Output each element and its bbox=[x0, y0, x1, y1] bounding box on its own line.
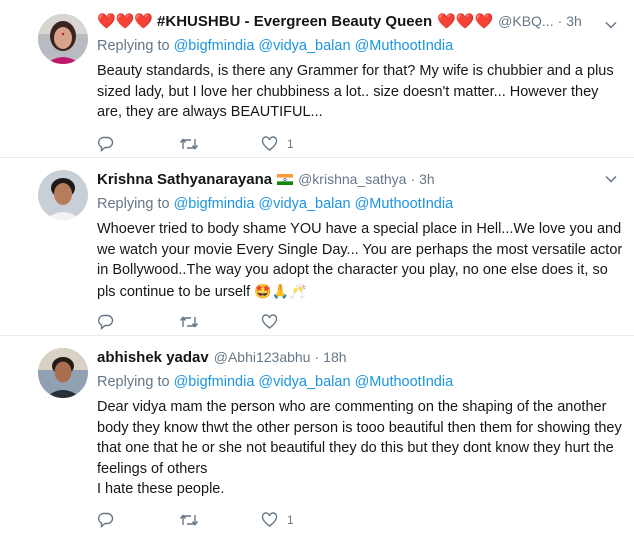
india-flag-icon bbox=[277, 173, 294, 185]
retweet-button[interactable] bbox=[179, 512, 261, 528]
like-icon bbox=[261, 512, 278, 527]
mention-bigfmindia[interactable]: @bigfmindia bbox=[174, 374, 255, 390]
tweet-actions: 1 bbox=[97, 134, 294, 154]
heart-emoji: ❤️❤️❤️ bbox=[437, 13, 494, 30]
mention-muthootindia[interactable]: @MuthootIndia bbox=[355, 196, 454, 212]
retweet-button[interactable] bbox=[179, 136, 261, 152]
replying-prefix: Replying to bbox=[97, 38, 170, 54]
reply-icon bbox=[98, 136, 114, 152]
timestamp[interactable]: 3h bbox=[419, 171, 435, 187]
display-name[interactable]: Krishna Sathyanarayana bbox=[97, 171, 272, 188]
replying-prefix: Replying to bbox=[97, 374, 170, 390]
tweet-2[interactable]: Krishna Sathyanarayana @krishna_sathya ·… bbox=[0, 158, 634, 336]
reply-icon bbox=[98, 512, 114, 528]
reply-button[interactable] bbox=[97, 512, 179, 528]
reply-icon bbox=[98, 314, 114, 330]
tweet-text: Whoever tried to body shame YOU have a s… bbox=[97, 219, 624, 302]
tweet-3[interactable]: abhishek yadav @Abhi123abhu · 18h Replyi… bbox=[0, 336, 634, 538]
user-handle[interactable]: @Abhi123abhu bbox=[214, 349, 311, 365]
timestamp[interactable]: 3h bbox=[566, 13, 582, 29]
display-name[interactable]: abhishek yadav bbox=[97, 349, 209, 366]
replying-to: Replying to @bigfmindia @vidya_balan @Mu… bbox=[97, 193, 624, 215]
mention-vidya-balan[interactable]: @vidya_balan bbox=[258, 374, 350, 390]
mention-bigfmindia[interactable]: @bigfmindia bbox=[174, 196, 255, 212]
user-handle[interactable]: @KBQ... bbox=[498, 13, 553, 29]
tweet-paragraph: Whoever tried to body shame YOU have a s… bbox=[97, 221, 623, 300]
replying-to: Replying to @bigfmindia @vidya_balan @Mu… bbox=[97, 371, 624, 393]
tweet-paragraph: Dear vidya mam the person who are commen… bbox=[97, 399, 622, 477]
tweet-header: abhishek yadav @Abhi123abhu · 18h bbox=[97, 346, 624, 368]
retweet-icon bbox=[179, 316, 199, 328]
user-handle[interactable]: @krishna_sathya bbox=[298, 171, 406, 187]
reply-button[interactable] bbox=[97, 314, 179, 330]
avatar[interactable] bbox=[38, 14, 88, 64]
like-icon bbox=[261, 136, 278, 151]
like-count: 1 bbox=[287, 137, 294, 151]
mention-muthootindia[interactable]: @MuthootIndia bbox=[355, 374, 454, 390]
timestamp[interactable]: 18h bbox=[323, 349, 346, 365]
separator-dot: · bbox=[314, 349, 320, 365]
chevron-down-icon[interactable] bbox=[604, 172, 618, 186]
chevron-down-icon[interactable] bbox=[604, 18, 618, 32]
like-count: 1 bbox=[287, 513, 294, 527]
retweet-icon bbox=[179, 514, 199, 526]
mention-bigfmindia[interactable]: @bigfmindia bbox=[174, 38, 255, 54]
avatar[interactable] bbox=[38, 348, 88, 398]
tweet-header: Krishna Sathyanarayana @krishna_sathya ·… bbox=[97, 168, 624, 190]
like-button[interactable]: 1 bbox=[261, 512, 294, 528]
tweet-text: Beauty standards, is there any Grammer f… bbox=[97, 61, 624, 123]
tweet-actions: 1 bbox=[97, 510, 294, 530]
replying-prefix: Replying to bbox=[97, 196, 170, 212]
tweet-paragraph: Beauty standards, is there any Grammer f… bbox=[97, 63, 614, 120]
tweet-actions bbox=[97, 312, 287, 332]
emoji-sequence: 🤩🙏🥂 bbox=[254, 282, 307, 299]
tweet-paragraph: I hate these people. bbox=[97, 481, 225, 497]
tweet-1[interactable]: ❤️❤️❤️ #KHUSHBU - Evergreen Beauty Queen… bbox=[0, 0, 634, 158]
replying-to: Replying to @bigfmindia @vidya_balan @Mu… bbox=[97, 35, 624, 57]
mention-muthootindia[interactable]: @MuthootIndia bbox=[355, 38, 454, 54]
like-icon bbox=[261, 314, 278, 329]
reply-button[interactable] bbox=[97, 136, 179, 152]
like-button[interactable]: 1 bbox=[261, 136, 294, 152]
like-button[interactable] bbox=[261, 314, 287, 330]
tweet-header: ❤️❤️❤️ #KHUSHBU - Evergreen Beauty Queen… bbox=[97, 10, 624, 32]
heart-emoji: ❤️❤️❤️ bbox=[97, 13, 154, 30]
separator-dot: · bbox=[410, 171, 416, 187]
mention-vidya-balan[interactable]: @vidya_balan bbox=[258, 196, 350, 212]
retweet-button[interactable] bbox=[179, 314, 261, 330]
retweet-icon bbox=[179, 138, 199, 150]
separator-dot: · bbox=[557, 13, 563, 29]
avatar[interactable] bbox=[38, 170, 88, 220]
mention-vidya-balan[interactable]: @vidya_balan bbox=[258, 38, 350, 54]
display-name[interactable]: #KHUSHBU - Evergreen Beauty Queen bbox=[157, 13, 432, 30]
tweet-text: Dear vidya mam the person who are commen… bbox=[97, 397, 624, 500]
